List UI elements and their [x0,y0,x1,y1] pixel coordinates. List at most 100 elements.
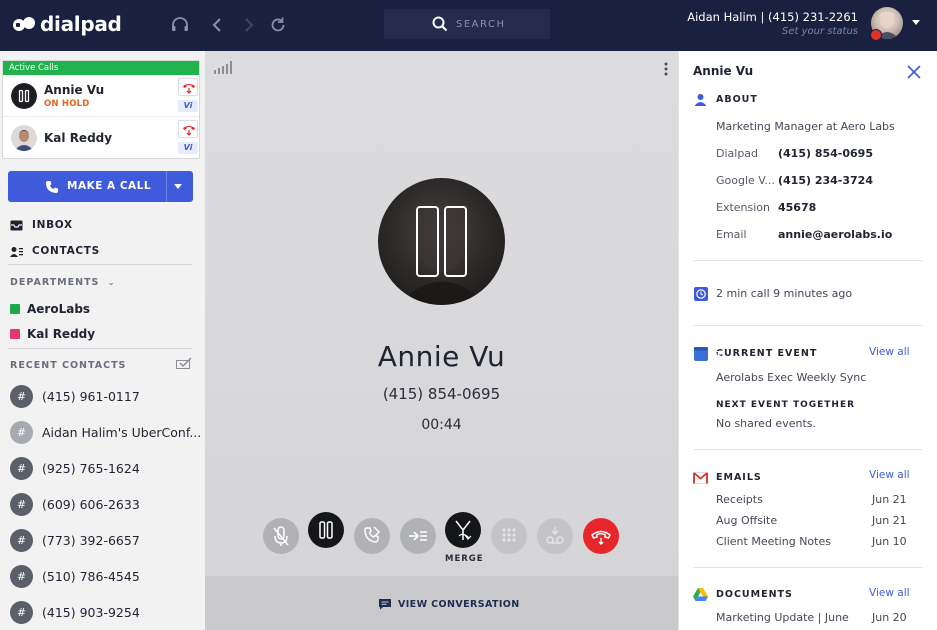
merge-button[interactable] [445,512,481,548]
dialpad-logo[interactable]: dialpad [12,12,122,36]
transfer-button[interactable] [354,518,390,554]
email-subject[interactable]: Client Meeting Notes [716,535,831,548]
video-badge[interactable]: Vi [178,100,198,112]
document-title[interactable]: Marketing Update | June [716,611,849,624]
hash-icon: # [10,493,33,516]
recent-contact[interactable]: # (925) 765-1624 [10,457,140,480]
email-address[interactable]: annie@aerolabs.io [778,228,892,241]
caller-name: Annie Vu [377,340,506,373]
top-bar: dialpad SEARCH Aidan Halim | (415) 231-2… [0,0,937,51]
field-key: Google V... [716,174,775,187]
current-event-label: CURRENT EVENT [716,348,818,359]
view-all-emails-link[interactable]: View all [869,469,910,481]
hash-icon: # [10,529,33,552]
sidebar-item-inbox[interactable]: INBOX [10,219,73,231]
sidebar-item-label: INBOX [32,219,73,231]
refresh-icon[interactable] [268,15,288,35]
merge-icon [455,520,472,540]
divider [693,325,923,326]
close-icon[interactable] [907,65,921,79]
make-a-call-label: MAKE A CALL [67,180,152,192]
call-name: Annie Vu [44,83,105,97]
search-box[interactable]: SEARCH [384,9,550,39]
hold-button[interactable] [308,512,344,548]
google-voice-number[interactable]: (415) 234-3724 [778,174,873,187]
hash-icon: # [10,421,33,444]
recent-contact-label: (925) 765-1624 [42,461,140,476]
dialpad-number[interactable]: (415) 854-0695 [778,147,873,160]
recent-contact[interactable]: # (415) 961-0117 [10,385,140,408]
make-a-call-button[interactable]: MAKE A CALL [8,171,193,202]
divider [8,348,192,349]
recent-contact[interactable]: # (415) 903-9254 [10,601,140,624]
calendar-icon: 31 [693,346,721,361]
video-badge[interactable]: Vi [178,142,198,154]
departments-header[interactable]: DEPARTMENTS ⌄ [10,277,115,288]
active-calls-panel: Active Calls Annie Vu ON HOLD Vi Kal Red… [2,60,200,159]
last-call-text: 2 min call 9 minutes ago [716,287,853,300]
chevron-down-icon[interactable] [174,184,182,189]
forward-arrow-icon[interactable] [238,15,258,35]
recent-contact[interactable]: # (510) 786-4545 [10,565,140,588]
transfer-icon [364,526,380,543]
view-conversation-bar[interactable]: VIEW CONVERSATION [205,576,678,630]
logo-text: dialpad [40,12,122,36]
recent-contact-label: Aidan Halim's UberConf... [42,425,202,440]
mark-all-read-icon[interactable] [176,357,192,369]
field-key: Extension [716,201,771,214]
sidebar-item-contacts[interactable]: CONTACTS [10,245,100,257]
user-name[interactable]: Aidan Halim | (415) 231-2261 [687,10,858,24]
divider [8,264,192,265]
recent-contact[interactable]: # Aidan Halim's UberConf... [10,421,201,444]
active-calls-header: Active Calls [3,61,199,75]
end-call-button[interactable] [583,518,619,554]
mute-button[interactable] [263,518,299,554]
call-background [205,51,678,576]
user-menu-caret-icon[interactable] [912,20,920,25]
view-conversation-button[interactable]: VIEW CONVERSATION [378,598,520,610]
person-icon [693,92,708,107]
view-conversation-label: VIEW CONVERSATION [398,598,520,610]
department-kal-reddy[interactable]: Kal Reddy [10,327,95,341]
hangup-button[interactable] [178,120,198,138]
headset-icon[interactable] [170,15,190,35]
button-divider [166,171,167,202]
back-arrow-icon[interactable] [208,15,228,35]
recent-contact[interactable]: # (773) 392-6657 [10,529,140,552]
recent-contact[interactable]: # (609) 606-2633 [10,493,140,516]
pause-icon [444,206,467,277]
hangup-icon [183,126,195,136]
recent-contact-label: (415) 903-9254 [42,605,140,620]
chevron-down-icon: ⌄ [107,278,116,287]
sidebar-item-label: CONTACTS [32,245,100,257]
next-event-text: No shared events. [716,417,816,430]
mute-icon [273,526,289,546]
current-event-name[interactable]: Aerolabs Exec Weekly Sync [716,371,866,384]
email-subject[interactable]: Aug Offsite [716,514,777,527]
forward-to-queue-button[interactable] [400,518,436,554]
keypad-button[interactable] [491,518,527,554]
voicemail-drop-button[interactable] [537,518,573,554]
merge-label: MERGE [445,554,484,564]
about-section-header: ABOUT [693,92,758,107]
contact-name: Annie Vu [693,64,754,78]
hangup-button[interactable] [178,78,198,96]
left-sidebar: Active Calls Annie Vu ON HOLD Vi Kal Red… [0,51,205,630]
department-aerolabs[interactable]: AeroLabs [10,302,90,316]
extension-number[interactable]: 45678 [778,201,816,214]
pause-icon [416,206,439,277]
set-status-link[interactable]: Set your status [782,26,858,37]
email-subject[interactable]: Receipts [716,493,763,506]
chat-icon [379,599,391,610]
caller-photo [398,204,486,305]
hangup-icon [183,84,195,94]
dnd-status-icon [870,29,882,41]
contact-title: Marketing Manager at Aero Labs [716,120,895,133]
active-call-kal[interactable]: Kal Reddy Vi [3,117,199,159]
view-all-events-link[interactable]: View all [869,346,910,358]
gmail-icon [693,470,708,485]
clock-icon [693,286,708,301]
active-call-annie[interactable]: Annie Vu ON HOLD Vi [3,75,199,117]
view-all-documents-link[interactable]: View all [869,587,910,599]
more-options-icon[interactable] [664,62,668,76]
